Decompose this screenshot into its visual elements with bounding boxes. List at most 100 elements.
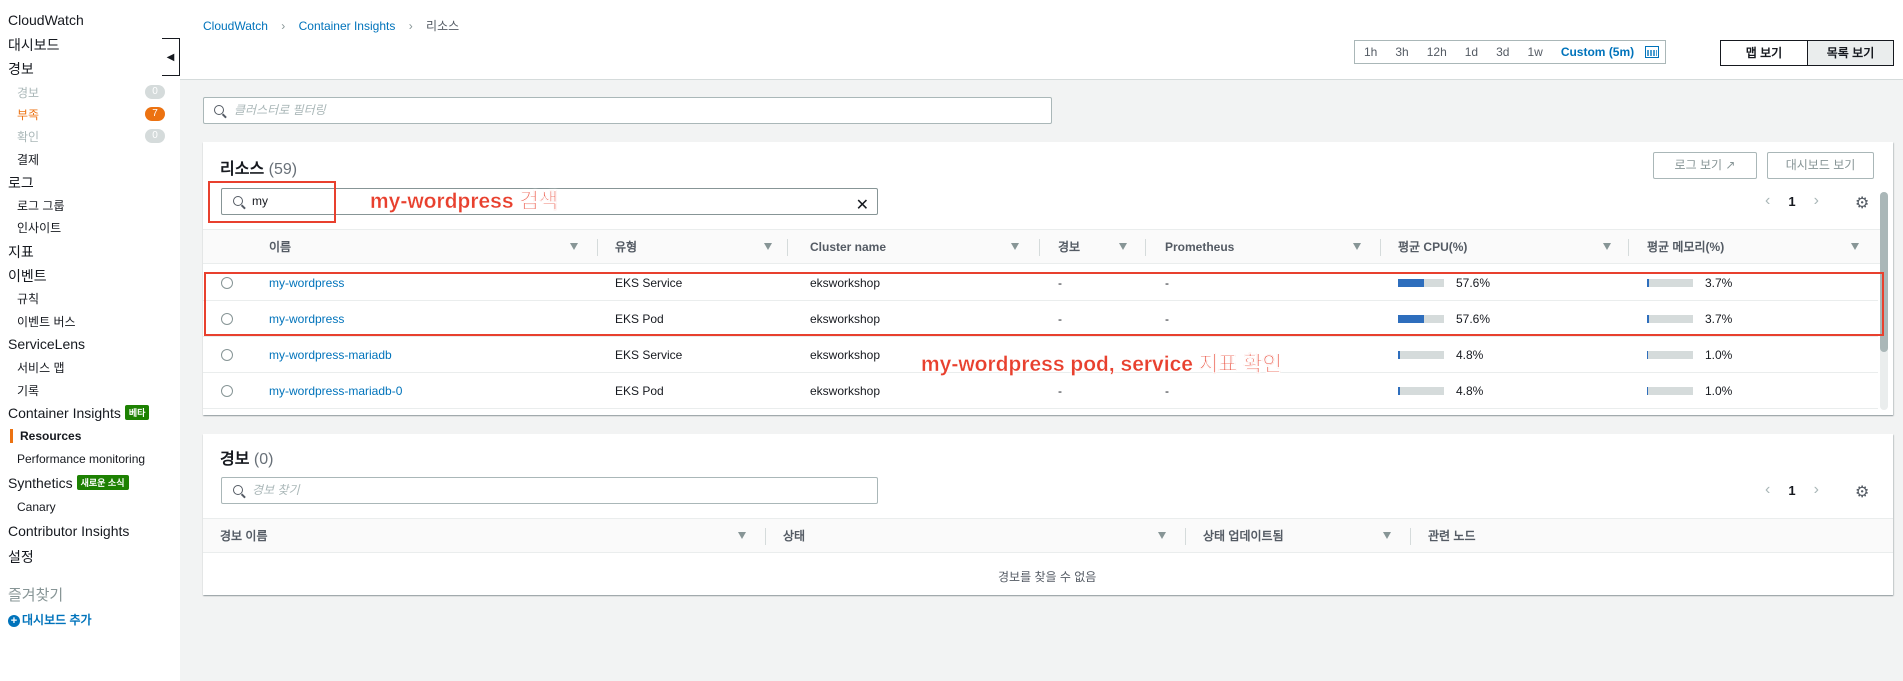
sort-caret-icon[interactable]	[1158, 532, 1166, 539]
alarms-current-page[interactable]: 1	[1788, 483, 1795, 498]
column-divider	[787, 239, 788, 256]
sort-caret-icon[interactable]	[1603, 243, 1611, 250]
memory-usage-value: 1.0%	[1705, 348, 1733, 362]
sidebar-item-logs[interactable]: 로그	[8, 173, 34, 193]
view-dashboard-button[interactable]: 대시보드 보기	[1767, 152, 1874, 179]
sidebar-item-contributor-insights[interactable]: Contributor Insights	[8, 523, 129, 539]
clear-search-icon[interactable]: ✕	[856, 193, 869, 218]
col-state-updated[interactable]: 상태 업데이트됨	[1203, 519, 1284, 554]
sidebar-item-metrics[interactable]: 지표	[8, 242, 34, 262]
alarm-search-input[interactable]: 경보 찾기	[221, 477, 878, 504]
sidebar-item-alarms[interactable]: 경보	[8, 59, 34, 79]
memory-usage-bar	[1647, 387, 1693, 395]
resource-type: EKS Service	[615, 348, 683, 362]
view-logs-button[interactable]: 로그 보기 ↗	[1653, 152, 1757, 179]
sidebar-item-alarm-insufficient[interactable]: 부족	[17, 106, 39, 123]
sidebar-item-alarm-ok[interactable]: 확인	[17, 128, 39, 145]
add-dashboard-link[interactable]: + 대시보드 추가	[8, 611, 92, 628]
sort-caret-icon[interactable]	[738, 532, 746, 539]
sidebar-item-performance-monitoring[interactable]: Performance monitoring	[17, 452, 145, 466]
sort-caret-icon[interactable]	[570, 243, 578, 250]
sidebar-item-alarm-in-alarm[interactable]: 경보	[17, 84, 39, 101]
table-row[interactable]: my-wordpress-mariadb-0 EKS Pod eksworkshop…	[203, 373, 1878, 409]
col-avg-memory[interactable]: 평균 메모리(%)	[1647, 230, 1724, 265]
collapse-sidebar-button[interactable]: ◀	[162, 38, 180, 76]
col-related-node[interactable]: 관련 노드	[1428, 519, 1476, 554]
sidebar-item-rules[interactable]: 규칙	[17, 290, 39, 307]
prev-page-icon[interactable]: ‹	[1765, 481, 1770, 499]
time-option-custom[interactable]: Custom (5m)	[1552, 41, 1643, 63]
sidebar-item-settings[interactable]: 설정	[8, 547, 34, 567]
sidebar-item-log-groups[interactable]: 로그 그룹	[17, 197, 65, 214]
sort-caret-icon[interactable]	[1119, 243, 1127, 250]
current-page[interactable]: 1	[1788, 194, 1795, 209]
search-icon	[233, 485, 243, 495]
col-state[interactable]: 상태	[783, 519, 805, 554]
sort-caret-icon[interactable]	[1383, 532, 1391, 539]
add-dashboard-label: 대시보드 추가	[22, 613, 92, 627]
col-alarm-name[interactable]: 경보 이름	[220, 519, 268, 554]
cluster-filter-input[interactable]: 클러스터로 필터링	[203, 97, 1052, 124]
favorites-heading: 즐겨찾기	[8, 587, 64, 604]
sidebar-item-resources[interactable]: Resources	[10, 429, 81, 443]
col-avg-cpu[interactable]: 평균 CPU(%)	[1398, 230, 1467, 265]
prev-page-icon[interactable]: ‹	[1765, 192, 1770, 210]
row-select-radio[interactable]	[221, 385, 233, 397]
sidebar-item-dashboards[interactable]: 대시보드	[8, 35, 60, 55]
sort-caret-icon[interactable]	[1851, 243, 1859, 250]
time-option-3d[interactable]: 3d	[1487, 41, 1518, 63]
sidebar-item-billing[interactable]: 결제	[17, 151, 39, 168]
column-divider	[765, 528, 766, 545]
sidebar-title-cloudwatch[interactable]: CloudWatch	[8, 12, 84, 28]
breadcrumb-cloudwatch[interactable]: CloudWatch	[203, 19, 268, 33]
sidebar-item-canary[interactable]: Canary	[17, 500, 56, 514]
external-link-icon: ↗	[1725, 158, 1736, 172]
column-divider	[1380, 239, 1381, 256]
sidebar-item-container-insights[interactable]: Container Insights 베타	[8, 405, 150, 421]
sidebar-item-events[interactable]: 이벤트	[8, 266, 47, 286]
resources-title-text: 리소스	[220, 161, 265, 178]
resource-name-link[interactable]: my-wordpress-mariadb	[269, 337, 392, 373]
column-divider	[1185, 528, 1186, 545]
breadcrumb-container-insights[interactable]: Container Insights	[299, 19, 396, 33]
alarm-search-placeholder: 경보 찾기	[252, 483, 300, 497]
column-divider	[597, 239, 598, 256]
memory-usage-bar	[1647, 351, 1693, 359]
resource-alarm: -	[1058, 384, 1062, 398]
list-view-button[interactable]: 목록 보기	[1807, 41, 1893, 65]
resources-table-header: 이름 유형 Cluster name 경보 Prometheus 평균 CPU(…	[203, 229, 1883, 264]
time-option-1d[interactable]: 1d	[1456, 41, 1487, 63]
time-option-1w[interactable]: 1w	[1518, 41, 1551, 63]
column-divider	[1039, 239, 1040, 256]
gear-icon[interactable]: ⚙	[1855, 193, 1869, 213]
time-option-1h[interactable]: 1h	[1355, 41, 1386, 63]
time-option-3h[interactable]: 3h	[1386, 41, 1417, 63]
sort-caret-icon[interactable]	[1011, 243, 1019, 250]
alarms-pagination: ‹ 1 ›	[1765, 481, 1819, 499]
col-name[interactable]: 이름	[269, 230, 291, 265]
row-select-radio[interactable]	[221, 349, 233, 361]
col-prometheus[interactable]: Prometheus	[1165, 230, 1234, 265]
sidebar-item-service-map[interactable]: 서비스 맵	[17, 359, 65, 376]
time-option-12h[interactable]: 12h	[1418, 41, 1456, 63]
sidebar-item-records[interactable]: 기록	[17, 382, 39, 399]
col-type[interactable]: 유형	[615, 230, 637, 265]
next-page-icon[interactable]: ›	[1814, 481, 1819, 499]
sidebar-item-event-buses[interactable]: 이벤트 버스	[17, 313, 76, 330]
sort-caret-icon[interactable]	[1353, 243, 1361, 250]
gear-icon[interactable]: ⚙	[1855, 482, 1869, 502]
calendar-icon[interactable]	[1645, 46, 1660, 58]
annotation-search-note: my-wordpress 검색	[370, 190, 559, 213]
sort-caret-icon[interactable]	[764, 243, 772, 250]
annotation-metrics-note: my-wordpress pod, service 지표 확인	[921, 353, 1282, 376]
resource-name-link[interactable]: my-wordpress-mariadb-0	[269, 373, 402, 409]
col-alarm[interactable]: 경보	[1058, 230, 1080, 265]
sidebar-item-insights[interactable]: 인사이트	[17, 219, 61, 236]
col-cluster[interactable]: Cluster name	[810, 230, 886, 265]
memory-usage-bar-fill	[1647, 351, 1648, 359]
sidebar-item-synthetics[interactable]: Synthetics 새로운 소식	[8, 475, 129, 491]
next-page-icon[interactable]: ›	[1814, 192, 1819, 210]
map-view-button[interactable]: 맵 보기	[1721, 41, 1807, 65]
plus-circle-icon: +	[8, 615, 20, 627]
sidebar-item-servicelens[interactable]: ServiceLens	[8, 336, 85, 352]
